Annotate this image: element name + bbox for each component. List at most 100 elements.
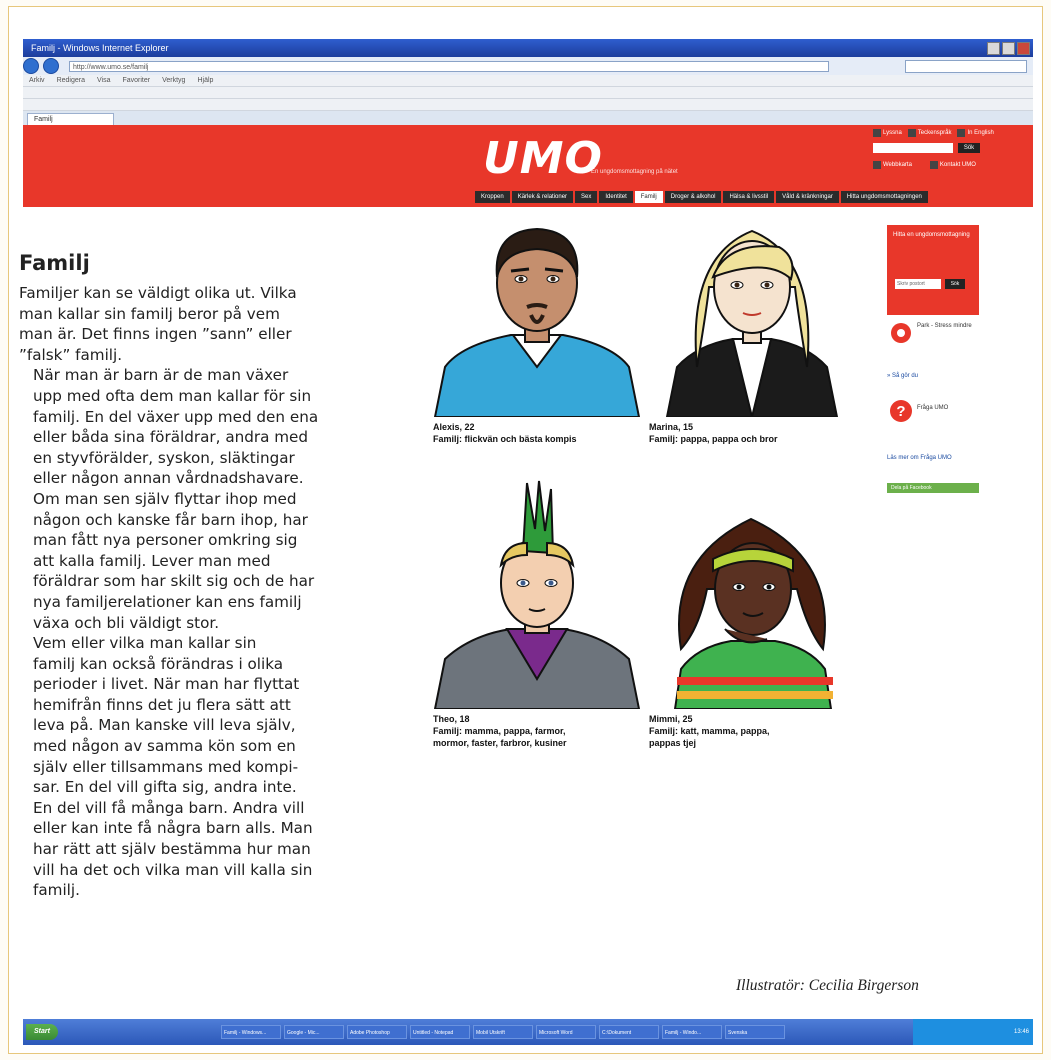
system-tray: 13:46	[913, 1019, 1033, 1045]
url-input[interactable]: http://www.umo.se/familj	[69, 60, 829, 72]
window-controls	[987, 41, 1033, 55]
article-line: familj. En del växer upp med den ena	[33, 407, 319, 426]
nav-tab[interactable]: Sex	[575, 191, 598, 203]
article-paragraph: När man är barn är de man växer upp med o…	[19, 365, 409, 633]
taskbar-item[interactable]: Adobe Photoshop	[347, 1025, 407, 1039]
find-clinic-title: Hitta en ungdomsmottagning	[893, 232, 970, 238]
sidebar-card-title: Park - Stress mindre	[917, 323, 972, 329]
share-bar[interactable]: Dela på Facebook	[887, 483, 979, 493]
person-name: Mimmi, 25	[649, 714, 693, 724]
caption-alexis: Alexis, 22 Familj: flickvän och bästa ko…	[433, 421, 577, 445]
header-link[interactable]: Lyssna	[873, 129, 902, 137]
windows-taskbar: Start Familj - Windows... Google - Mic...…	[23, 1019, 1033, 1045]
article-heading: Familj	[19, 251, 90, 275]
article-line: hemifrån finns det ju flera sätt att	[33, 695, 291, 714]
site-header: UMO En ungdomsmottagning på nätet Lyssna…	[23, 125, 1033, 207]
caption-marina: Marina, 15 Familj: pappa, pappa och bror	[649, 421, 778, 445]
article-line: Vem eller vilka man kallar sin	[33, 634, 257, 653]
article-line: att kalla familj. Lever man med	[33, 551, 271, 570]
menu-bar: Arkiv Redigera Visa Favoriter Verktyg Hj…	[23, 75, 1033, 87]
header-link[interactable]: In English	[957, 129, 994, 137]
find-clinic-box: Hitta en ungdomsmottagning Skriv postort…	[887, 225, 979, 315]
header-link[interactable]: Kontakt UMO	[929, 161, 976, 169]
caption-theo: Theo, 18 Familj: mamma, pappa, farmor, m…	[433, 713, 567, 749]
splash-icon	[891, 323, 911, 343]
person-name: Marina, 15	[649, 422, 694, 432]
browser-title: Familj - Windows Internet Explorer	[31, 43, 169, 53]
site-search-button[interactable]: Sök	[958, 143, 980, 153]
sidebar-card-link[interactable]: » Så gör du	[887, 373, 979, 379]
menu-item[interactable]: Redigera	[57, 77, 85, 84]
taskbar-item[interactable]: Mobil Utskrift	[473, 1025, 533, 1039]
header-link[interactable]: Teckenspråk	[907, 129, 951, 137]
nav-tab[interactable]: Familj	[634, 191, 663, 203]
taskbar-item[interactable]: Familj - Windows...	[221, 1025, 281, 1039]
address-bar: http://www.umo.se/familj	[23, 57, 1033, 75]
article-line: man fått nya personer omkring sig	[33, 531, 298, 550]
nav-tab[interactable]: Våld & kränkningar	[776, 191, 839, 203]
article-line: växa och bli väldigt stor.	[33, 613, 220, 632]
minimize-button[interactable]	[987, 41, 1000, 55]
sidebar-card-link[interactable]: Läs mer om Fråga UMO	[887, 455, 979, 461]
nav-tab[interactable]: Kroppen	[475, 191, 510, 203]
start-button[interactable]: Start	[26, 1024, 58, 1040]
question-icon: ?	[890, 400, 912, 422]
nav-tab[interactable]: Kärlek & relationer	[511, 191, 574, 203]
menu-item[interactable]: Arkiv	[29, 77, 45, 84]
sidebar-card-ask: Fråga UMO	[917, 405, 979, 411]
article-line: leva på. Man kanske vill leva själv,	[33, 716, 296, 735]
nav-tab[interactable]: Identitet	[599, 191, 633, 203]
illustration-marina	[665, 229, 839, 417]
article-line: med någon av samma kön som en	[33, 737, 296, 756]
taskbar-item[interactable]: Svenska	[725, 1025, 785, 1039]
clinic-search-input[interactable]: Skriv postort	[895, 279, 941, 289]
article-line: någon och kanske får barn ihop, har	[33, 510, 308, 529]
header-links-secondary: Webbkarta Kontakt UMO	[873, 161, 976, 169]
hand-icon	[907, 129, 916, 137]
article-line: man kallar sin familj beror på vem	[19, 304, 280, 323]
article-paragraph: Familjer kan se väldigt olika ut. Vilka m…	[19, 283, 409, 365]
menu-item[interactable]: Hjälp	[197, 77, 213, 84]
person-family: Familj: flickvän och bästa kompis	[433, 434, 577, 444]
forward-icon[interactable]	[43, 58, 59, 74]
article-line: En del vill få många barn. Andra vill	[33, 798, 305, 817]
svg-text:?: ?	[896, 403, 905, 420]
article-paragraph: Vem eller vilka man kallar sin familj kan…	[19, 633, 409, 901]
browser-tab[interactable]: Familj	[27, 113, 114, 125]
illustration-mimmi	[673, 517, 833, 709]
taskbar-items: Familj - Windows... Google - Mic... Adobe …	[221, 1025, 785, 1039]
toolbar-row	[23, 87, 1033, 99]
taskbar-item[interactable]: Google - Mic...	[284, 1025, 344, 1039]
menu-item[interactable]: Verktyg	[162, 77, 185, 84]
taskbar-item[interactable]: C:\Dokument	[599, 1025, 659, 1039]
taskbar-item[interactable]: Microsoft Word	[536, 1025, 596, 1039]
illustration-theo	[433, 480, 641, 709]
site-tagline: En ungdomsmottagning på nätet	[591, 169, 678, 175]
nav-tab[interactable]: Hälsa & livsstil	[723, 191, 775, 203]
site-search-input[interactable]	[873, 143, 953, 153]
nav-tab[interactable]: Hitta ungdomsmottagningen	[840, 191, 928, 203]
maximize-button[interactable]	[1002, 41, 1015, 55]
article-line: eller kan inte få några barn alls. Man	[33, 819, 313, 838]
flag-icon	[957, 129, 966, 137]
article-line: föräldrar som har skilt sig och de har	[33, 572, 315, 591]
person-family: pappas tjej	[649, 738, 697, 748]
header-link[interactable]: Webbkarta	[873, 161, 912, 169]
illustrator-credit: Illustratör: Cecilia Birgerson	[736, 977, 919, 994]
browser-title-bar: Familj - Windows Internet Explorer	[23, 39, 1033, 57]
clinic-search-button[interactable]: Sök	[945, 279, 965, 289]
article-body: Familjer kan se väldigt olika ut. Vilka m…	[19, 283, 409, 901]
taskbar-item[interactable]: Untitled - Notepad	[410, 1025, 470, 1039]
person-name: Alexis, 22	[433, 422, 475, 432]
umo-logo[interactable]: UMO	[483, 133, 603, 184]
article: Familj Familjer kan se väldigt olika ut.…	[9, 207, 417, 899]
taskbar-item[interactable]: Familj - Windo...	[662, 1025, 722, 1039]
close-button[interactable]	[1017, 41, 1030, 55]
browser-search-input[interactable]	[905, 59, 1027, 73]
article-line: När man är barn är de man växer	[33, 366, 289, 385]
nav-tab[interactable]: Droger & alkohol	[664, 191, 722, 203]
menu-item[interactable]: Visa	[97, 77, 111, 84]
article-line: en styvförälder, syskon, släktingar	[33, 448, 295, 467]
menu-item[interactable]: Favoriter	[122, 77, 150, 84]
back-icon[interactable]	[23, 58, 39, 74]
